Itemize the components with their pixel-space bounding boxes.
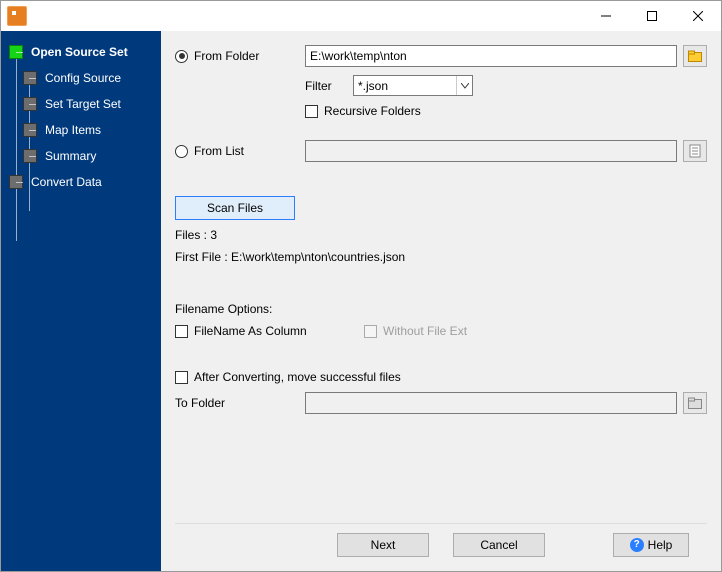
folder-path-input[interactable]	[305, 45, 677, 67]
step-label: Convert Data	[31, 175, 102, 189]
recursive-folders-checkbox[interactable]	[305, 105, 318, 118]
from-list-label: From List	[194, 144, 244, 158]
step-label: Open Source Set	[31, 45, 128, 59]
cancel-button[interactable]: Cancel	[453, 533, 545, 557]
app-icon	[7, 6, 27, 26]
first-file-label: First File : E:\work\temp\nton\countries…	[175, 250, 405, 264]
help-button[interactable]: ? Help	[613, 533, 689, 557]
move-after-convert-checkbox[interactable]	[175, 371, 188, 384]
wizard-footer: Next Cancel ? Help	[175, 523, 707, 571]
browse-to-folder-button[interactable]	[683, 392, 707, 414]
from-folder-radio[interactable]: From Folder	[175, 49, 305, 63]
step-config-source[interactable]: Config Source	[1, 65, 161, 91]
chevron-down-icon	[456, 76, 472, 95]
step-label: Config Source	[45, 71, 121, 85]
close-button[interactable]	[675, 1, 721, 31]
from-list-radio[interactable]: From List	[175, 144, 305, 158]
files-count-label: Files : 3	[175, 228, 217, 242]
filter-value: *.json	[354, 79, 456, 93]
to-folder-input	[305, 392, 677, 414]
wizard-steps-sidebar: Open Source Set Config Source Set Target…	[1, 31, 161, 571]
step-label: Set Target Set	[45, 97, 121, 111]
step-label: Map Items	[45, 123, 101, 137]
filename-options-label: Filename Options:	[175, 302, 272, 316]
step-set-target-set[interactable]: Set Target Set	[1, 91, 161, 117]
step-convert-data[interactable]: Convert Data	[1, 169, 161, 195]
without-file-ext-checkbox	[364, 325, 377, 338]
to-folder-label: To Folder	[175, 396, 305, 410]
without-file-ext-label: Without File Ext	[383, 324, 467, 338]
filename-as-column-label: FileName As Column	[194, 324, 364, 338]
filter-label: Filter	[305, 79, 353, 93]
filter-select[interactable]: *.json	[353, 75, 473, 96]
main-panel: From Folder Filter *.json Recursive Fold…	[161, 31, 721, 571]
step-open-source-set[interactable]: Open Source Set	[1, 39, 161, 65]
maximize-button[interactable]	[629, 1, 675, 31]
step-label: Summary	[45, 149, 96, 163]
window-controls	[583, 1, 721, 31]
radio-icon	[175, 50, 188, 63]
next-button[interactable]: Next	[337, 533, 429, 557]
browse-folder-button[interactable]	[683, 45, 707, 67]
from-folder-label: From Folder	[194, 49, 259, 63]
recursive-folders-label: Recursive Folders	[324, 104, 421, 118]
browse-list-button[interactable]	[683, 140, 707, 162]
move-after-convert-label: After Converting, move successful files	[194, 370, 401, 384]
step-summary[interactable]: Summary	[1, 143, 161, 169]
list-path-input	[305, 140, 677, 162]
filename-as-column-checkbox[interactable]	[175, 325, 188, 338]
radio-icon	[175, 145, 188, 158]
scan-files-button[interactable]: Scan Files	[175, 196, 295, 220]
titlebar	[1, 1, 721, 31]
help-icon: ?	[630, 538, 644, 552]
minimize-button[interactable]	[583, 1, 629, 31]
step-map-items[interactable]: Map Items	[1, 117, 161, 143]
